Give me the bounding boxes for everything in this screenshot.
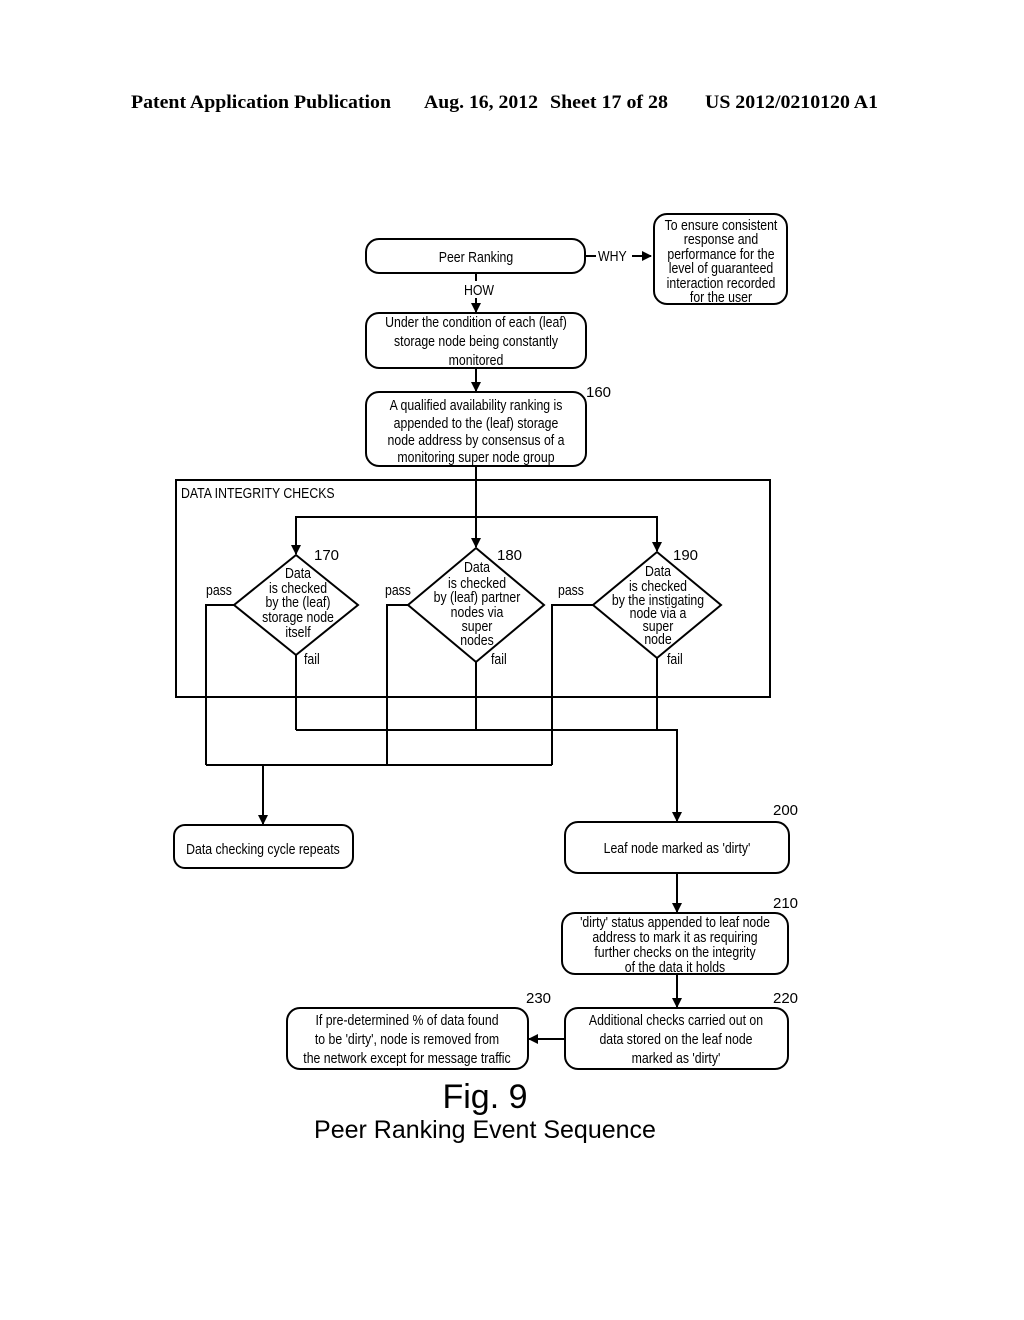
patent-number: US 2012/0210120 A1 (705, 92, 878, 113)
fail-label-180: fail (491, 651, 507, 667)
fail-label-170: fail (304, 651, 320, 667)
ref-numeral-210: 210 (773, 895, 798, 912)
pass-label-180: pass (385, 582, 411, 598)
decision-check-partner-180: 180 Data is checked by (leaf) partner no… (406, 546, 546, 664)
condition-line: Under the condition of each (leaf) (385, 314, 567, 330)
decision-line: by (leaf) partner (434, 589, 521, 605)
integrity-group-title: DATA INTEGRITY CHECKS (181, 485, 335, 501)
decision-check-self-170: 170 Data is checked by the (leaf) storag… (232, 547, 360, 657)
fail-merge-arrow-to-marked-dirty (296, 729, 682, 822)
condition-line: storage node being constantly (394, 333, 558, 349)
pass-line-190 (551, 604, 593, 765)
ranking-line: A qualified availability ranking is (390, 397, 563, 413)
decision-check-instigating-190: 190 Data is checked by the instigating n… (591, 547, 723, 660)
ref-numeral-160: 160 (586, 384, 611, 401)
pass-label-190: pass (558, 582, 584, 598)
ref-numeral-180: 180 (497, 547, 522, 564)
sheet-number: Sheet 17 of 28 (550, 92, 668, 113)
node-removal-230: 230 If pre-determined % of data found to… (286, 990, 551, 1070)
marked-dirty-label: Leaf node marked as 'dirty' (604, 840, 751, 856)
node-why-goal: To ensure consistent response and perfor… (653, 213, 788, 305)
dirty-status-line: address to mark it as requiring (592, 929, 757, 945)
ref-numeral-230: 230 (526, 990, 551, 1007)
decision-line: storage node (262, 609, 334, 625)
publication-label: Patent Application Publication (131, 92, 391, 113)
decision-line: Data (464, 559, 490, 575)
decision-line: nodes (460, 632, 494, 648)
ref-numeral-170: 170 (314, 547, 339, 564)
pass-label-170: pass (206, 582, 232, 598)
dirty-status-line: of the data it holds (625, 959, 726, 975)
patent-sheet: Patent Application Publication Aug. 16, … (0, 0, 1024, 1320)
why-goal-line: for the user (690, 289, 753, 305)
node-cycle-repeats: Data checking cycle repeats (173, 824, 354, 869)
how-label: HOW (464, 282, 494, 298)
fail-label-190: fail (667, 651, 683, 667)
why-goal-line: level of guaranteed (669, 260, 774, 276)
removal-line: the network except for message traffic (303, 1050, 511, 1066)
decision-line: node (644, 631, 672, 647)
ranking-line: appended to the (leaf) storage (394, 415, 559, 431)
publication-date: Aug. 16, 2012 (424, 92, 538, 113)
figure-caption: Peer Ranking Event Sequence (314, 1116, 656, 1144)
cycle-repeats-label: Data checking cycle repeats (186, 841, 340, 857)
node-marked-dirty-200: 200 Leaf node marked as 'dirty' (564, 802, 798, 874)
removal-line: to be 'dirty', node is removed from (315, 1031, 499, 1047)
decision-line: itself (285, 624, 310, 640)
condition-line: monitored (449, 352, 504, 368)
ref-numeral-220: 220 (773, 990, 798, 1007)
why-label: WHY (598, 248, 627, 264)
ref-numeral-200: 200 (773, 802, 798, 819)
decision-line: Data (645, 563, 671, 579)
figure-number: Fig. 9 (442, 1078, 527, 1116)
decision-line: by the (leaf) (266, 594, 331, 610)
node-peer-ranking: Peer Ranking (365, 238, 586, 274)
why-goal-line: response and (684, 231, 758, 247)
additional-checks-line: Additional checks carried out on (589, 1012, 763, 1028)
node-ranking-160: 160 A qualified availability ranking is … (365, 384, 611, 467)
dirty-status-line: further checks on the integrity (594, 944, 755, 960)
flowchart-canvas: Patent Application Publication Aug. 16, … (131, 92, 878, 1144)
removal-line: If pre-determined % of data found (315, 1012, 498, 1028)
pass-line-170 (205, 604, 234, 765)
peer-ranking-label: Peer Ranking (439, 249, 513, 265)
ranking-line: node address by consensus of a (388, 432, 565, 448)
pass-line-180 (386, 604, 408, 765)
additional-checks-line: data stored on the leaf node (599, 1031, 752, 1047)
decision-line: Data (285, 565, 311, 581)
page-header: Patent Application Publication Aug. 16, … (131, 92, 878, 113)
dirty-status-line: 'dirty' status appended to leaf node (580, 914, 770, 930)
ranking-line: monitoring super node group (397, 449, 554, 465)
additional-checks-line: marked as 'dirty' (632, 1050, 721, 1066)
node-dirty-status-210: 210 'dirty' status appended to leaf node… (561, 895, 798, 975)
ref-numeral-190: 190 (673, 547, 698, 564)
node-condition: Under the condition of each (leaf) stora… (365, 312, 587, 369)
node-additional-checks-220: 220 Additional checks carried out on dat… (564, 990, 798, 1070)
